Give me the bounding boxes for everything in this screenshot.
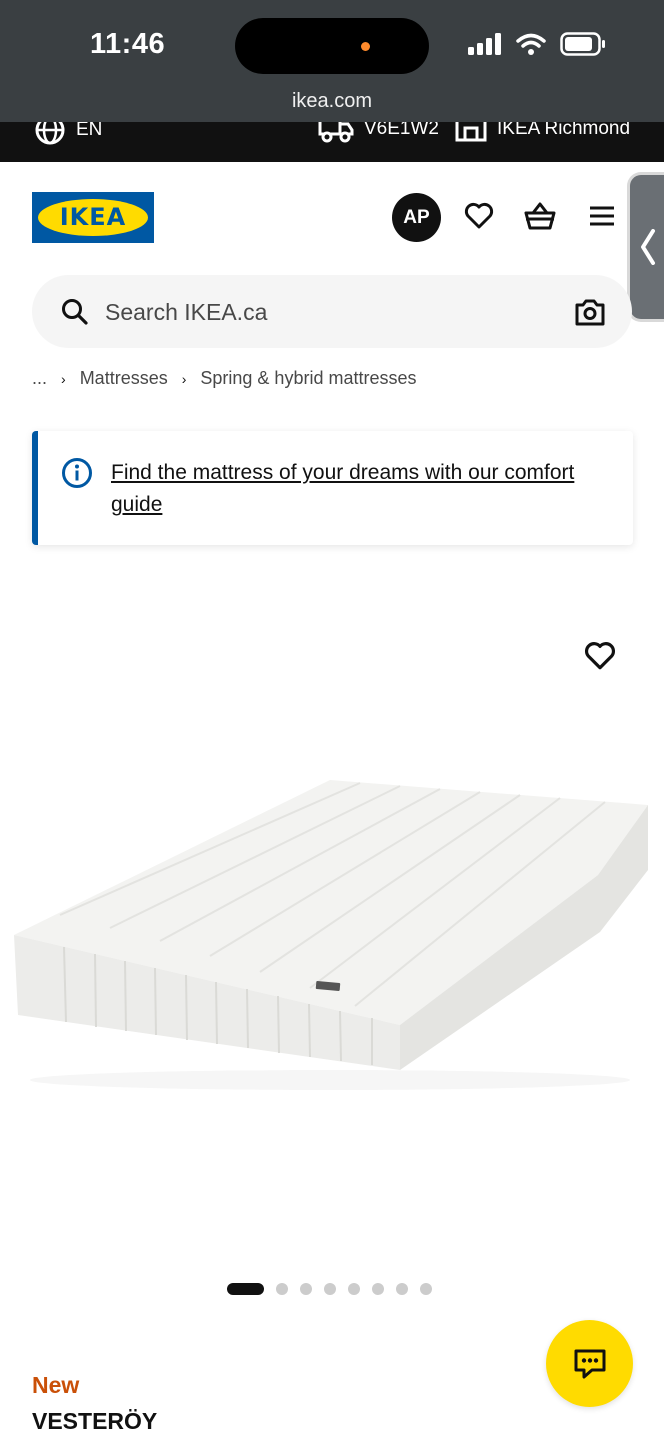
breadcrumb-item-mattresses[interactable]: Mattresses <box>80 368 168 389</box>
address-bar-url[interactable]: ikea.com <box>0 90 664 113</box>
chevron-right-icon: › <box>181 370 187 387</box>
browser-side-tab[interactable] <box>627 172 664 322</box>
new-badge: New <box>32 1372 80 1398</box>
mic-indicator-dot <box>361 42 370 51</box>
postal-code-label: V6E1W2 <box>364 122 439 139</box>
product-image[interactable] <box>0 760 664 1100</box>
wifi-icon <box>516 33 546 55</box>
camera-icon[interactable] <box>574 297 606 327</box>
store-selector[interactable]: IKEA Richmond <box>455 122 630 144</box>
chevron-right-icon: › <box>61 370 66 387</box>
store-icon <box>455 122 487 142</box>
carousel-dot-2[interactable] <box>276 1283 288 1295</box>
chevron-left-icon <box>641 229 655 265</box>
carousel-dot-1[interactable] <box>227 1283 264 1295</box>
basket-icon <box>524 202 556 230</box>
carousel-dot-5[interactable] <box>348 1283 360 1295</box>
search-input[interactable] <box>105 293 545 331</box>
postal-code-selector[interactable]: V6E1W2 <box>318 122 439 144</box>
chat-support-button[interactable] <box>546 1320 633 1407</box>
language-selector[interactable]: EN <box>34 122 102 146</box>
chat-icon <box>574 1349 605 1378</box>
carousel-dot-7[interactable] <box>396 1283 408 1295</box>
favourites-button[interactable] <box>463 200 495 232</box>
info-icon <box>62 458 92 488</box>
shopping-bag-button[interactable] <box>524 200 556 232</box>
dynamic-island <box>235 18 429 74</box>
search-icon <box>62 299 88 325</box>
utility-bar: EN V6E1W2 IKEA Richmond <box>0 122 664 162</box>
menu-button[interactable] <box>586 200 618 232</box>
ikea-logo[interactable]: IKEA <box>32 192 154 243</box>
battery-icon <box>560 32 605 56</box>
carousel-dot-3[interactable] <box>300 1283 312 1295</box>
breadcrumb-item-spring-hybrid[interactable]: Spring & hybrid mattresses <box>200 368 416 389</box>
comfort-guide-link[interactable]: Find the mattress of your dreams with ou… <box>111 457 581 521</box>
globe-icon <box>35 122 65 145</box>
breadcrumb: ... › Mattresses › Spring & hybrid mattr… <box>32 368 416 389</box>
profile-avatar-button[interactable]: AP <box>392 193 441 242</box>
clock: 11:46 <box>90 28 166 60</box>
language-label: EN <box>76 122 103 140</box>
image-carousel-dots <box>227 1283 432 1295</box>
menu-icon <box>590 206 614 226</box>
browser-status-bar: 11:46 ikea.com <box>0 0 664 122</box>
signal-icon <box>468 33 501 55</box>
status-icons <box>468 32 606 56</box>
heart-icon <box>585 642 615 670</box>
comfort-guide-banner: Find the mattress of your dreams with ou… <box>32 431 633 545</box>
logo-text: IKEA <box>59 203 127 231</box>
truck-icon <box>318 122 354 143</box>
carousel-dot-8[interactable] <box>420 1283 432 1295</box>
search-bar[interactable] <box>32 275 632 348</box>
carousel-dot-6[interactable] <box>372 1283 384 1295</box>
store-label: IKEA Richmond <box>497 122 631 139</box>
heart-icon <box>464 202 494 229</box>
breadcrumb-ellipsis[interactable]: ... <box>32 368 47 389</box>
product-name: VESTERÖY <box>32 1408 158 1434</box>
add-to-favourites-button[interactable] <box>584 641 618 673</box>
carousel-dot-4[interactable] <box>324 1283 336 1295</box>
